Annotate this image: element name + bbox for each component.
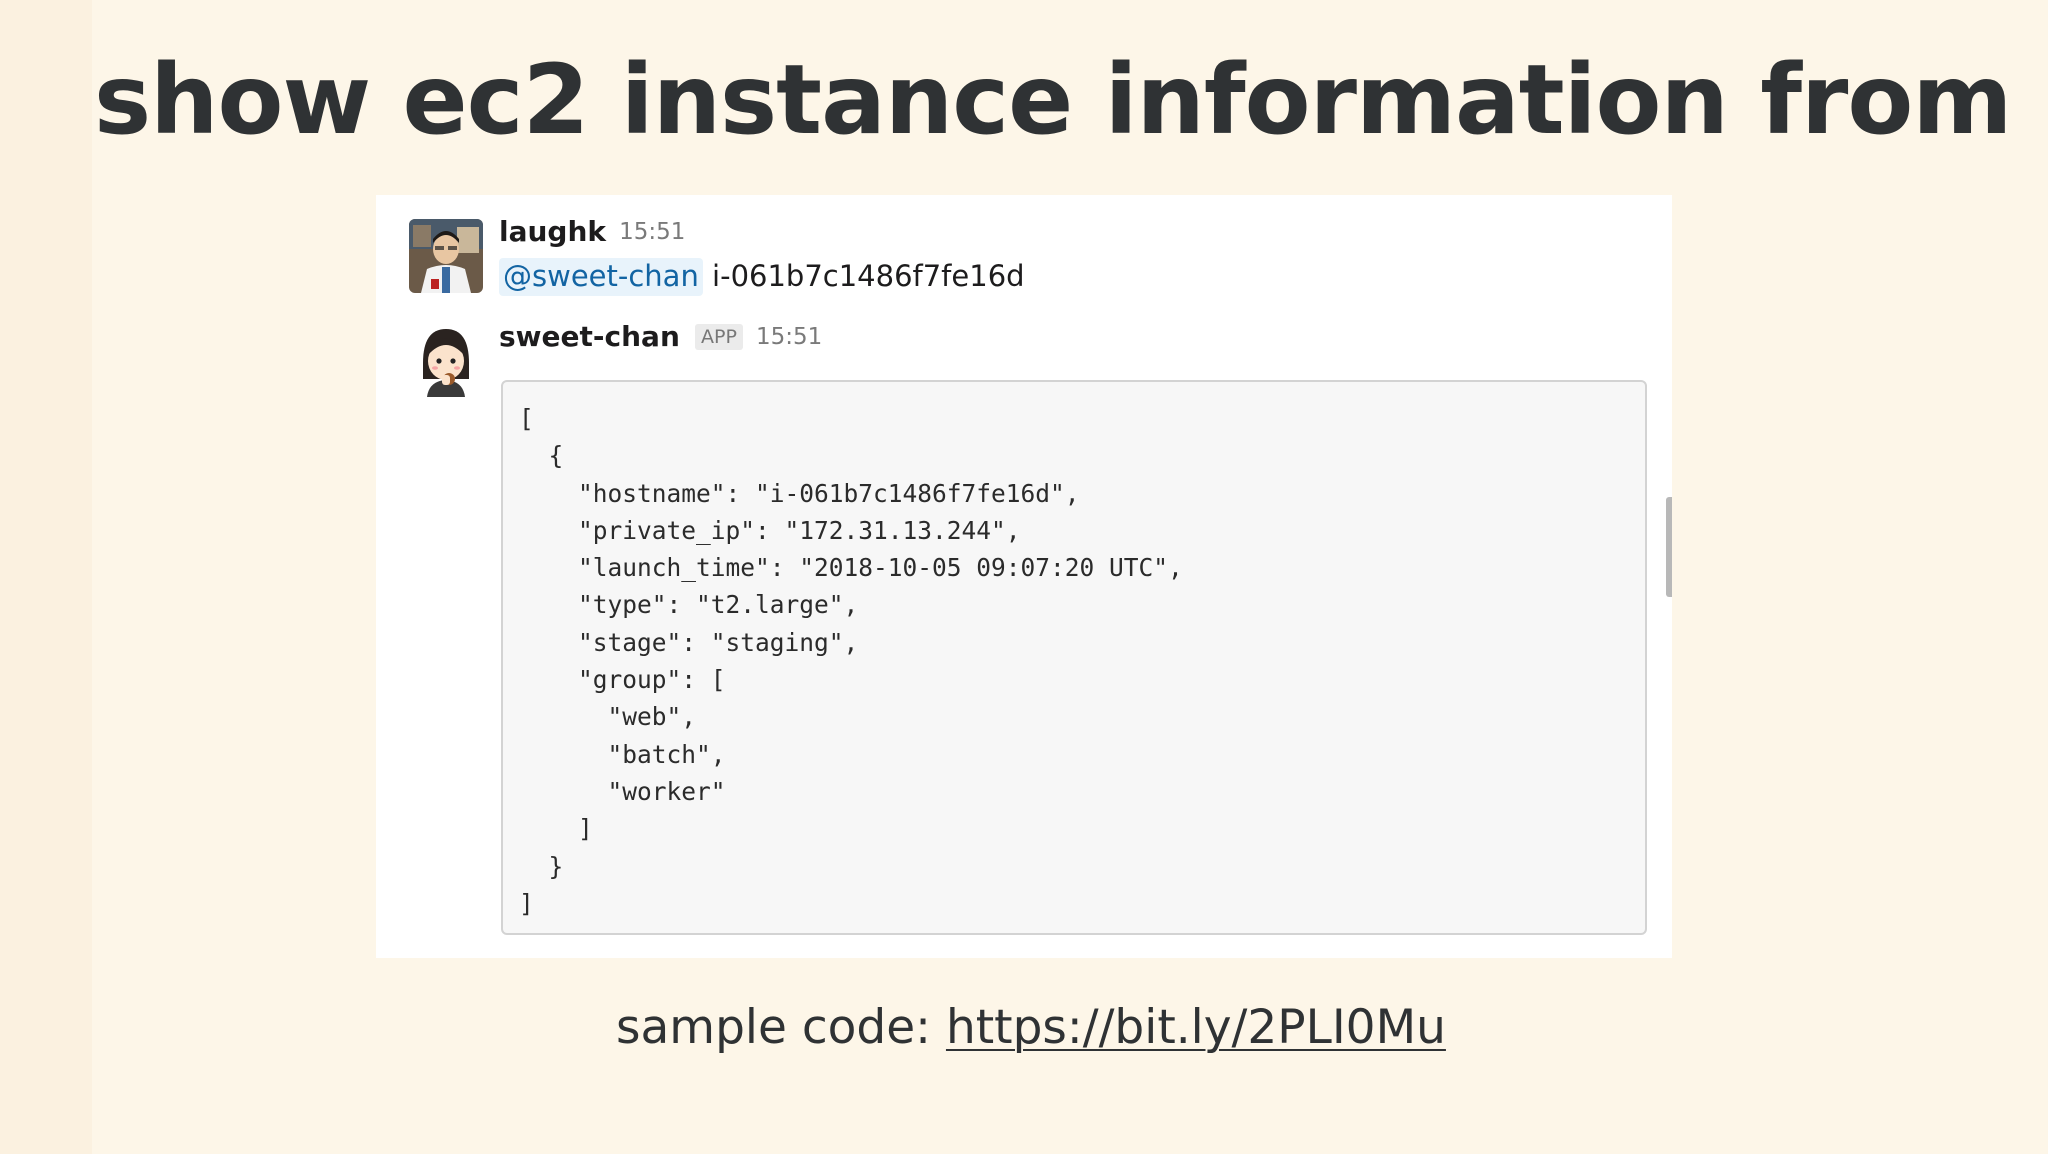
message-body: @sweet-chan i-061b7c1486f7fe16d: [499, 258, 1025, 296]
user-photo-avatar-icon: [409, 219, 483, 293]
cartoon-girl-bot-avatar-icon: [409, 323, 483, 397]
sample-code-caption: sample code: https://bit.ly/2PLI0Mu: [616, 1000, 1446, 1055]
message-header: sweet-chan APP 15:51: [499, 320, 822, 353]
message-timestamp[interactable]: 15:51: [619, 219, 685, 245]
scrollbar-handle[interactable]: [1666, 497, 1672, 597]
message-header: laughk 15:51: [499, 215, 685, 248]
code-content: [ { "hostname": "i-061b7c1486f7fe16d", "…: [519, 404, 1183, 918]
slide-title: show ec2 instance information from id: [94, 44, 2048, 156]
sample-code-link[interactable]: https://bit.ly/2PLI0Mu: [946, 1000, 1446, 1055]
bot-avatar[interactable]: [409, 323, 483, 397]
app-badge: APP: [694, 323, 743, 350]
user-avatar[interactable]: [409, 219, 483, 293]
message-username[interactable]: laughk: [499, 215, 606, 248]
user-mention[interactable]: @sweet-chan: [499, 258, 703, 296]
code-block: [ { "hostname": "i-061b7c1486f7fe16d", "…: [501, 380, 1647, 935]
message-username[interactable]: sweet-chan: [499, 320, 680, 353]
message-text: i-061b7c1486f7fe16d: [702, 259, 1025, 293]
message-timestamp[interactable]: 15:51: [756, 324, 822, 350]
caption-label: sample code:: [616, 1000, 946, 1055]
slack-screenshot: laughk 15:51 @sweet-chan i-061b7c1486f7f…: [376, 195, 1672, 958]
